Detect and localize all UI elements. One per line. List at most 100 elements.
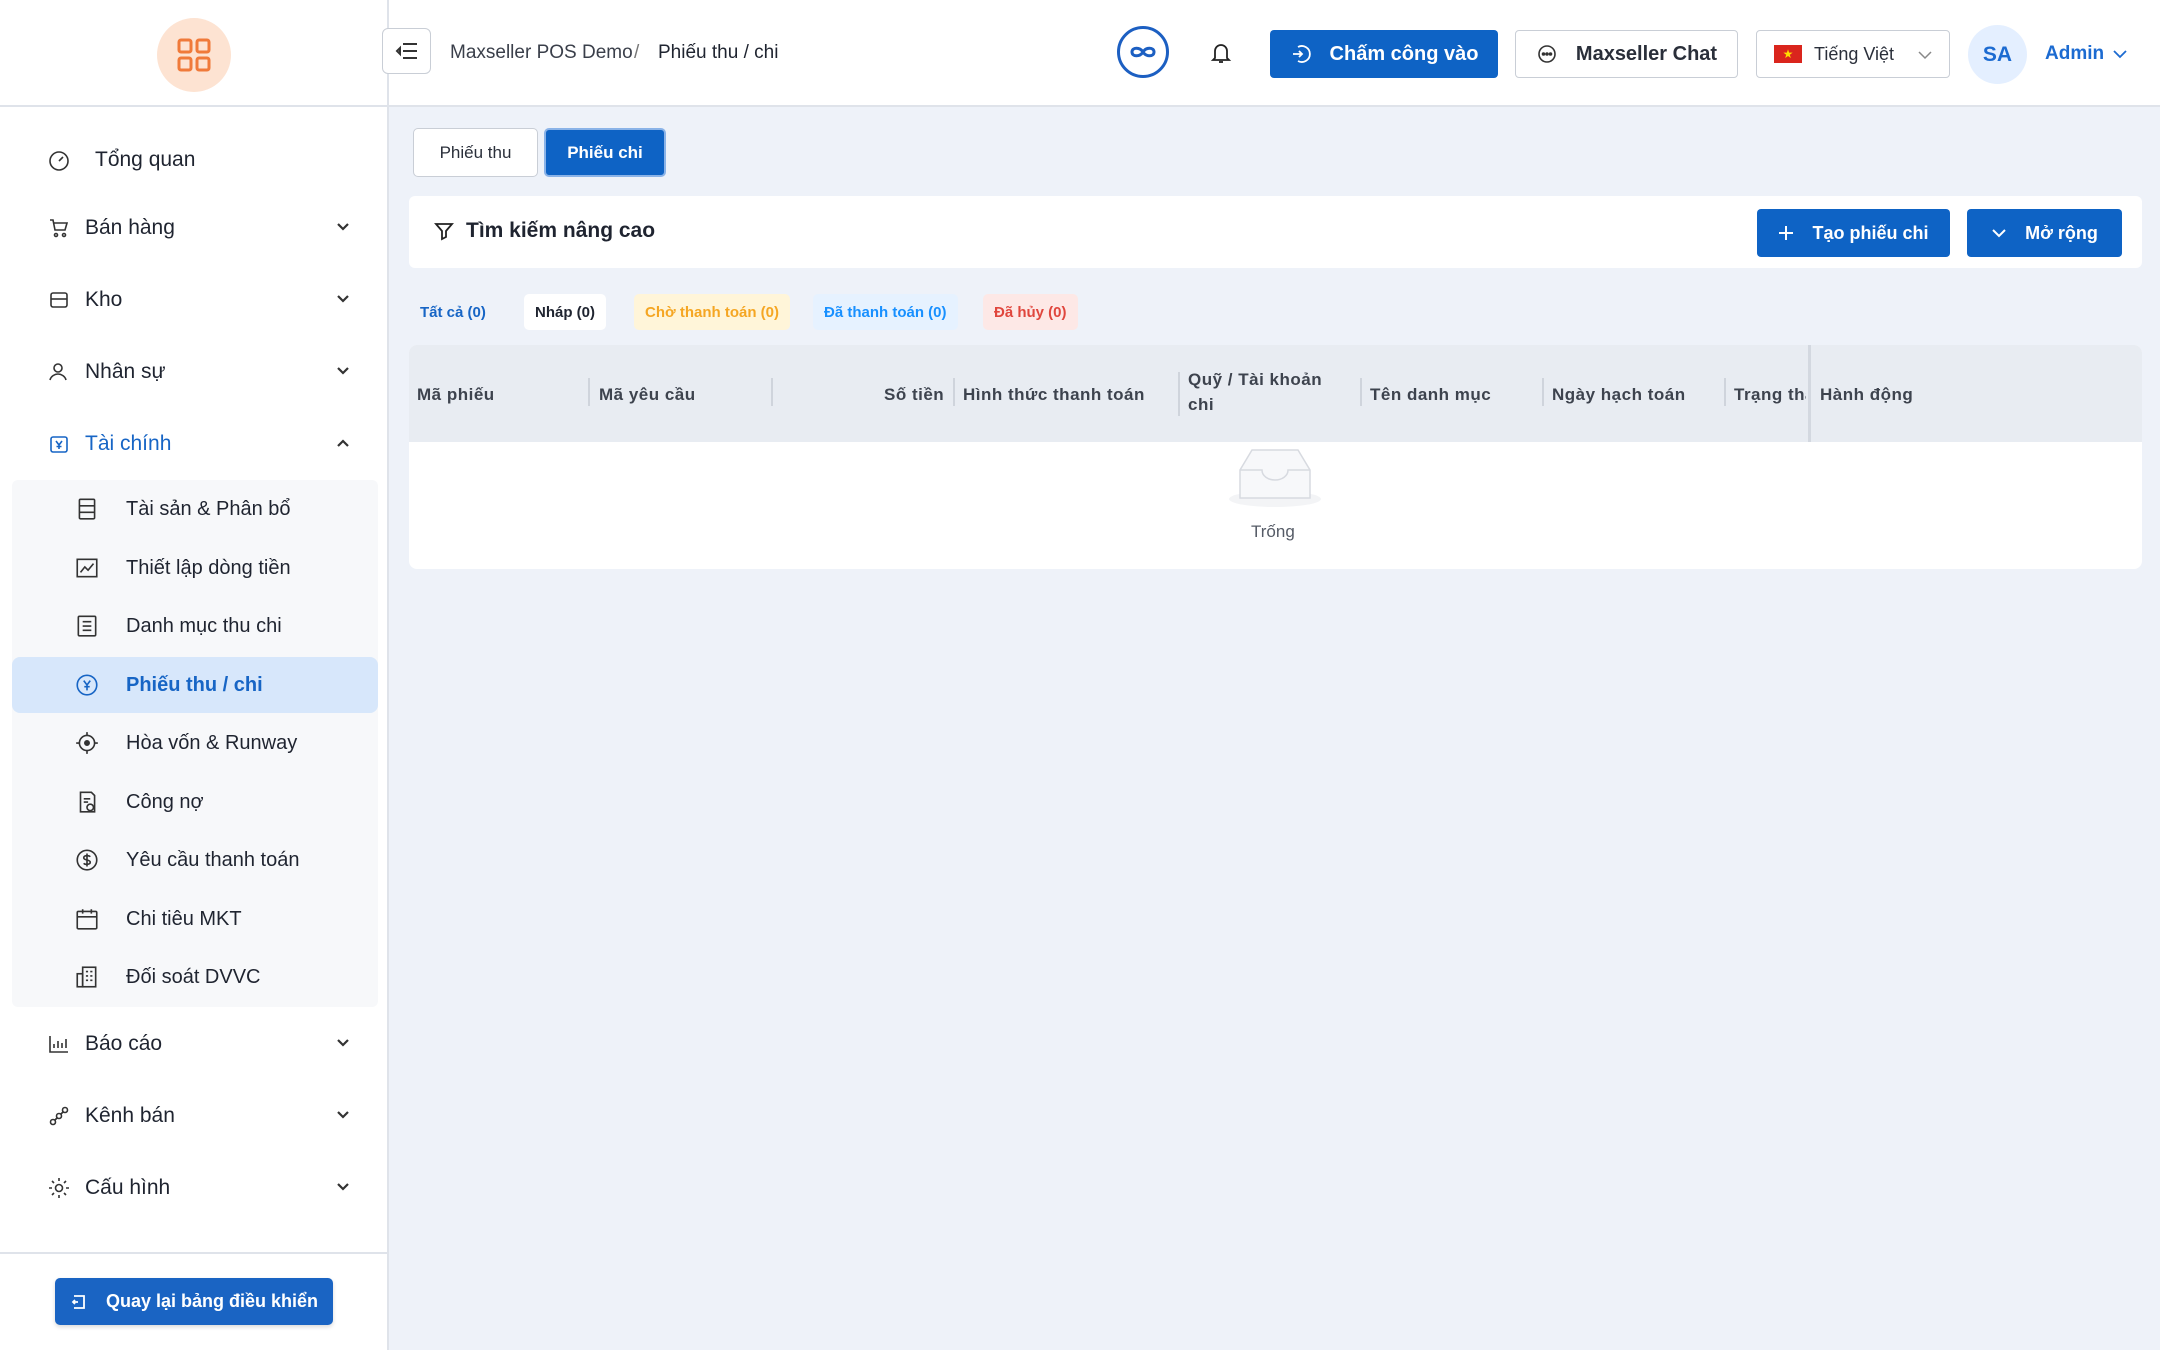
sidebar-item-label: Nhân sự [85, 360, 166, 383]
sidebar-item-hr[interactable]: Nhân sự [0, 344, 389, 400]
doc-shield-icon [79, 791, 96, 813]
status-tab-pending[interactable]: Chờ thanh toán (0) [634, 294, 790, 330]
breadcrumb-current: Phiếu thu / chi [658, 42, 779, 63]
status-tab-paid[interactable]: Đã thanh toán (0) [813, 294, 958, 330]
notification-bell-icon[interactable] [1210, 41, 1232, 65]
fixed-column-divider [1808, 345, 1811, 442]
expand-button[interactable]: Mở rộng [1967, 209, 2122, 257]
status-tab-all[interactable]: Tất cả (0) [409, 294, 497, 330]
list-icon [77, 615, 97, 637]
sidebar-item-finance[interactable]: Tài chính [0, 416, 389, 472]
sidebar-item-channels[interactable]: Kênh bán [0, 1088, 389, 1144]
return-icon [71, 1294, 85, 1309]
maxseller-chat-button[interactable]: Maxseller Chat [1515, 30, 1738, 78]
cart-icon [50, 219, 69, 238]
tab-receipt[interactable]: Phiếu thu [413, 128, 538, 177]
create-payment-button[interactable]: Tạo phiếu chi [1757, 209, 1950, 257]
column-header: Quỹ / Tài khoản chi [1188, 370, 1323, 414]
infinity-icon [1130, 46, 1156, 58]
breadcrumb-root[interactable]: Maxseller POS Demo [450, 42, 633, 64]
chevron-down-icon [337, 1111, 349, 1119]
sidebar-subitem-cashflow[interactable]: Thiết lập dòng tiền [12, 540, 378, 596]
column-divider [1178, 372, 1180, 416]
subitem-label: Đối soát DVVC [126, 965, 261, 988]
advanced-search-toggle[interactable]: Tìm kiếm nâng cao [434, 219, 655, 243]
ledger-icon [78, 498, 96, 520]
back-button-label: Quay lại bảng điều khiển [105, 1291, 319, 1311]
sidebar-subitem-mkt-spend[interactable]: Chi tiêu MKT [12, 891, 378, 947]
chevron-down-icon [1918, 51, 1932, 60]
gear-icon [49, 1178, 69, 1198]
back-to-dashboard-button[interactable]: Quay lại bảng điều khiển [55, 1278, 333, 1325]
sidebar-item-settings[interactable]: Cấu hình [0, 1160, 389, 1216]
advanced-search-label: Tìm kiếm nâng cao [466, 219, 656, 242]
subitem-label: Thiết lập dòng tiền [126, 556, 291, 579]
tab-payment[interactable]: Phiếu chi [544, 128, 666, 177]
line-chart-icon [76, 558, 98, 578]
sidebar-item-label: Kho [85, 288, 123, 311]
column-divider [953, 378, 955, 406]
sidebar-subitem-breakeven[interactable]: Hòa vốn & Runway [12, 715, 378, 771]
subitem-label: Phiếu thu / chi [126, 673, 263, 696]
column-divider [1724, 378, 1726, 406]
check-in-label: Chấm công vào [1329, 42, 1479, 65]
create-payment-label: Tạo phiếu chi [1812, 222, 1929, 243]
status-tab-draft[interactable]: Nháp (0) [524, 294, 606, 330]
subitem-label: Tài sản & Phân bổ [126, 497, 291, 520]
infinity-app-button[interactable] [1117, 26, 1169, 78]
subitem-label: Hòa vốn & Runway [126, 731, 298, 754]
expand-label: Mở rộng [2025, 222, 2098, 243]
share-icon [49, 1106, 69, 1126]
column-header: Ngày hạch toán [1552, 385, 1686, 404]
sidebar-item-label: Kênh bán [85, 1104, 175, 1127]
bar-chart-icon [49, 1036, 68, 1053]
finance-icon [50, 436, 68, 453]
sidebar-item-label: Tổng quan [95, 148, 196, 171]
chevron-down-icon [337, 223, 349, 231]
sidebar-subitem-payment-request[interactable]: Yêu cầu thanh toán [12, 832, 378, 888]
column-header: Số tiền [884, 385, 945, 404]
chevron-up-icon [337, 439, 349, 447]
column-divider [1360, 378, 1362, 406]
sidebar-item-reports[interactable]: Báo cáo [0, 1016, 389, 1072]
language-value: Tiếng Việt [1814, 43, 1895, 64]
check-in-button[interactable]: Chấm công vào [1270, 30, 1498, 78]
sidebar-subitem-assets[interactable]: Tài sản & Phân bổ [12, 481, 378, 537]
column-header: Mã phiếu [417, 385, 495, 404]
sidebar-item-overview[interactable]: Tổng quan [0, 132, 389, 188]
chevron-down-icon [337, 1183, 349, 1191]
avatar[interactable]: SA [1968, 25, 2027, 84]
sidebar-subitem-reconcile[interactable]: Đối soát DVVC [12, 949, 378, 1005]
column-header: Hình thức thanh toán [963, 385, 1145, 404]
calendar-icon [76, 909, 98, 930]
column-header: Trạng thá [1734, 385, 1806, 404]
sidebar-item-warehouse[interactable]: Kho [0, 272, 389, 328]
status-tab-cancelled[interactable]: Đã hủy (0) [983, 294, 1078, 330]
plus-icon [1779, 226, 1794, 240]
dollar-icon [76, 849, 98, 871]
sidebar-subitem-vouchers[interactable]: Phiếu thu / chi [12, 657, 378, 713]
sidebar-item-label: Cấu hình [85, 1176, 171, 1199]
chevron-down-icon [337, 367, 349, 375]
user-menu[interactable]: Admin [2045, 43, 2128, 65]
user-icon [49, 363, 67, 381]
chevron-down-icon [337, 1039, 349, 1047]
chevron-down-icon [1992, 229, 2006, 238]
sidebar-subitem-debt[interactable]: Công nợ [12, 774, 378, 830]
filter-icon [434, 223, 454, 241]
sidebar-subitem-categories[interactable]: Danh mục thu chi [12, 598, 378, 654]
sidebar-item-sales[interactable]: Bán hàng [0, 200, 389, 256]
language-select[interactable]: ★ Tiếng Việt [1756, 30, 1950, 78]
subitem-label: Chi tiêu MKT [126, 907, 242, 930]
chevron-down-icon [2113, 50, 2127, 59]
subitem-label: Yêu cầu thanh toán [126, 848, 300, 871]
menu-toggle-button[interactable] [382, 28, 431, 74]
subitem-label: Công nợ [126, 790, 204, 813]
login-icon [1292, 45, 1311, 63]
sidebar-item-label: Tài chính [85, 432, 172, 455]
box-icon [50, 292, 68, 308]
sidebar-item-label: Báo cáo [85, 1032, 163, 1055]
app-logo[interactable] [157, 18, 231, 92]
column-header: Mã yêu cầu [599, 385, 696, 404]
chat-bubble-icon [1538, 45, 1556, 63]
